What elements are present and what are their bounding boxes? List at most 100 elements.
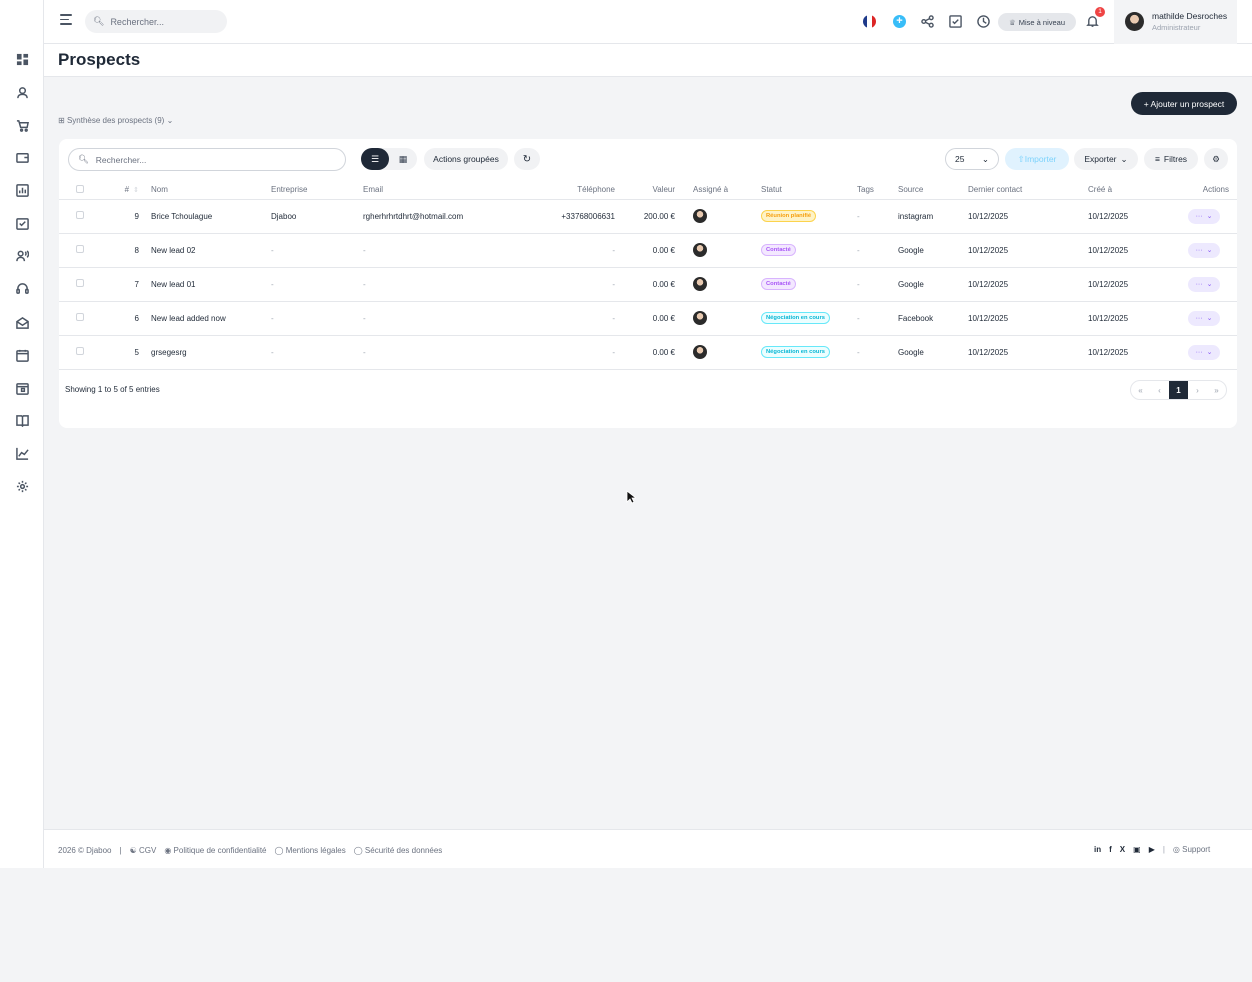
dashboard-icon[interactable] [13, 50, 31, 68]
showing-entries: Showing 1 to 5 of 5 entries [65, 385, 160, 394]
row-tags: - [853, 301, 894, 336]
first-page-button[interactable]: « [1131, 381, 1150, 399]
table-settings-button[interactable]: ⚙ [1204, 148, 1228, 170]
report-icon[interactable] [13, 181, 31, 199]
col-value[interactable]: Valeur [619, 181, 689, 200]
import-button[interactable]: ⇧ Importer [1005, 148, 1069, 170]
row-actions-button[interactable]: ··· ⌄ [1188, 276, 1220, 292]
linkedin-icon[interactable]: in [1094, 845, 1101, 854]
checklist-icon[interactable] [948, 14, 962, 28]
global-search-input[interactable]: 🔍︎ Rechercher... [85, 10, 227, 33]
clock-icon[interactable] [976, 14, 990, 28]
table-row[interactable]: 7 New lead 01- - -0.00 € Contacté - Google 10/1… [59, 267, 1237, 302]
grid-icon: ⊞ [58, 116, 65, 125]
page-1-button[interactable]: 1 [1169, 381, 1188, 399]
row-actions-button[interactable]: ··· ⌄ [1188, 208, 1220, 224]
export-button[interactable]: Exporter ⌄ [1074, 148, 1138, 170]
security-link[interactable]: ◯ Sécurité des données [354, 846, 443, 855]
table-row[interactable]: 5 grsegesrg - - -0.00 € Négociation en cours -… [59, 335, 1237, 370]
instagram-icon[interactable]: ▣ [1133, 845, 1141, 854]
row-name[interactable]: grsegesrg [143, 335, 267, 370]
row-name[interactable]: New lead 02 [143, 233, 267, 268]
table-row[interactable]: 9 Brice Tchoulague Djaboo rgherhrhrtdhrt@ho… [59, 199, 1237, 234]
support-link[interactable]: ◎ Support [1173, 845, 1210, 854]
row-checkbox[interactable] [76, 313, 84, 321]
row-checkbox[interactable] [76, 211, 84, 219]
last-page-button[interactable]: » [1207, 381, 1226, 399]
upgrade-button[interactable]: ♕ Mise à niveau [998, 13, 1076, 31]
wallet-icon[interactable] [13, 148, 31, 166]
row-last-contact: 10/12/2025 [964, 301, 1084, 336]
facebook-icon[interactable]: f [1109, 845, 1112, 854]
bulk-actions-button[interactable]: Actions groupées [424, 148, 508, 170]
table-row[interactable]: 8 New lead 02- - -0.00 € Contacté - Google 10/1… [59, 233, 1237, 268]
row-created: 10/12/2025 [1084, 335, 1172, 370]
leads-icon[interactable] [13, 246, 31, 264]
per-page-select[interactable]: 25 ⌄ [945, 148, 999, 170]
summary-toggle[interactable]: ⊞ Synthèse des prospects (9) ⌄ [58, 116, 173, 125]
row-checkbox[interactable] [76, 347, 84, 355]
task-icon[interactable] [13, 214, 31, 232]
filters-button[interactable]: ≡ Filtres [1144, 148, 1198, 170]
col-email[interactable]: Email [359, 181, 514, 200]
col-assignee[interactable]: Assigné à [689, 181, 757, 200]
settings-icon[interactable] [13, 477, 31, 495]
col-phone[interactable]: Téléphone [514, 181, 619, 200]
calendar-icon[interactable] [13, 346, 31, 364]
assignee-avatar[interactable] [693, 345, 707, 359]
row-name[interactable]: New lead 01 [143, 267, 267, 302]
assignee-avatar[interactable] [693, 277, 707, 291]
col-id[interactable]: # ⇕ [101, 181, 143, 200]
share-icon[interactable] [920, 14, 934, 28]
legal-link[interactable]: ◯ Mentions légales [275, 846, 346, 855]
event-icon[interactable] [13, 379, 31, 397]
language-flag-icon[interactable] [863, 15, 876, 28]
assignee-avatar[interactable] [693, 209, 707, 223]
row-id: 8 [101, 233, 143, 268]
next-page-button[interactable]: › [1188, 381, 1207, 399]
col-last-contact[interactable]: Dernier contact [964, 181, 1084, 200]
chevron-down-icon: ⌄ [1206, 213, 1213, 220]
add-prospect-button[interactable]: + Ajouter un prospect [1131, 92, 1237, 115]
col-company[interactable]: Entreprise [267, 181, 359, 200]
user-icon[interactable] [13, 83, 31, 101]
menu-toggle-icon[interactable] [60, 14, 74, 28]
refresh-button[interactable]: ↻ [514, 148, 540, 170]
youtube-icon[interactable]: ▶ [1149, 845, 1155, 854]
prev-page-button[interactable]: ‹ [1150, 381, 1169, 399]
headset-icon[interactable] [13, 279, 31, 297]
select-all-checkbox[interactable] [76, 184, 84, 193]
book-icon[interactable] [13, 411, 31, 429]
user-menu[interactable]: mathilde Desroches Administrateur [1114, 0, 1237, 44]
page-header: Prospects [44, 44, 1252, 77]
row-actions-button[interactable]: ··· ⌄ [1188, 242, 1220, 258]
row-actions-button[interactable]: ··· ⌄ [1188, 344, 1220, 360]
assignee-avatar[interactable] [693, 311, 707, 325]
analytics-icon[interactable] [13, 444, 31, 462]
col-name[interactable]: Nom [143, 181, 267, 200]
mail-icon[interactable] [13, 313, 31, 331]
col-tags[interactable]: Tags [853, 181, 894, 200]
cart-icon[interactable] [13, 116, 31, 134]
row-checkbox[interactable] [76, 245, 84, 253]
assignee-avatar[interactable] [693, 243, 707, 257]
table-row[interactable]: 6 New lead added now - - -0.00 € Négociation … [59, 301, 1237, 336]
filter-icon: ≡ [1154, 154, 1160, 164]
privacy-link[interactable]: ◉ Politique de confidentialité [164, 846, 266, 855]
grid-view-button[interactable]: ▦ [389, 148, 417, 170]
row-created: 10/12/2025 [1084, 199, 1172, 234]
cgv-link[interactable]: ☯ CGV [130, 846, 157, 855]
quick-add-icon[interactable]: + [893, 15, 906, 28]
row-checkbox[interactable] [76, 279, 84, 287]
row-name[interactable]: New lead added now [143, 301, 267, 336]
list-view-button[interactable]: ☰ [361, 148, 389, 170]
x-icon[interactable]: X [1120, 845, 1125, 854]
table-search-input[interactable]: 🔍︎ Rechercher... [68, 148, 346, 171]
globe-icon: ◎ [1172, 845, 1180, 854]
row-name[interactable]: Brice Tchoulague [143, 199, 267, 234]
row-actions-button[interactable]: ··· ⌄ [1188, 310, 1220, 326]
col-source[interactable]: Source [894, 181, 964, 200]
row-value: 0.00 € [619, 233, 689, 268]
col-status[interactable]: Statut [757, 181, 853, 200]
col-created[interactable]: Créé à [1084, 181, 1172, 200]
